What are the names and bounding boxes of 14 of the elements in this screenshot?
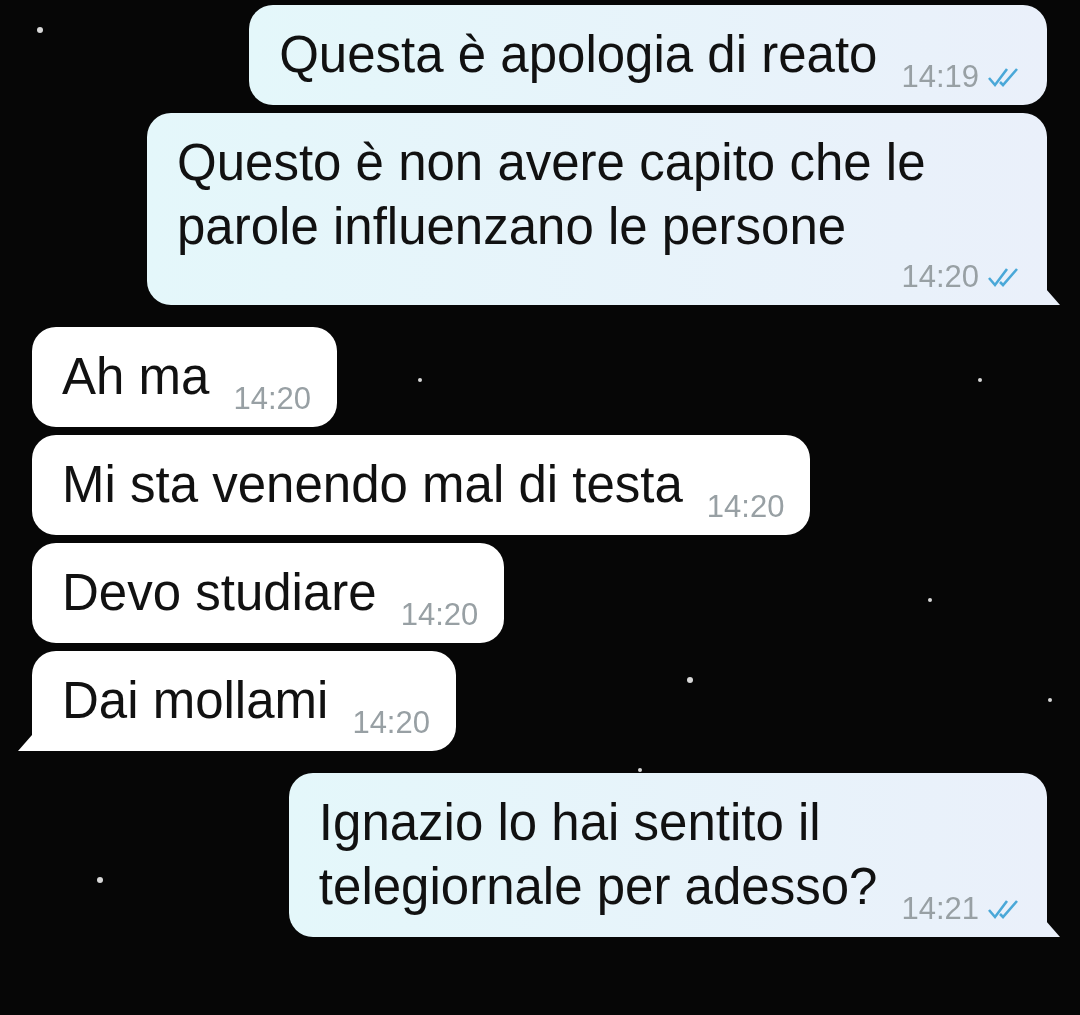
message-text: Ah ma — [62, 347, 210, 407]
message-time: 14:20 — [233, 381, 311, 417]
message-text: Questa è apologia di reato — [279, 25, 878, 85]
message-time: 14:20 — [400, 597, 479, 633]
message-text: Dai mollami — [62, 671, 329, 731]
message-text: Devo studiare — [62, 563, 377, 623]
message-text: Mi sta venendo mal di testa — [62, 455, 683, 515]
message-text: Ignazio lo hai sentito il telegiornale per adesso? — [318, 793, 878, 917]
message-time: 14:21 — [901, 891, 979, 927]
message-time: 14:20 — [352, 705, 430, 741]
message-time: 14:20 — [901, 259, 979, 295]
message-text: Questo è non avere capito che le parole influenzano le persone — [177, 133, 926, 257]
message-time: 14:19 — [901, 59, 979, 95]
message-time: 14:20 — [706, 489, 785, 525]
